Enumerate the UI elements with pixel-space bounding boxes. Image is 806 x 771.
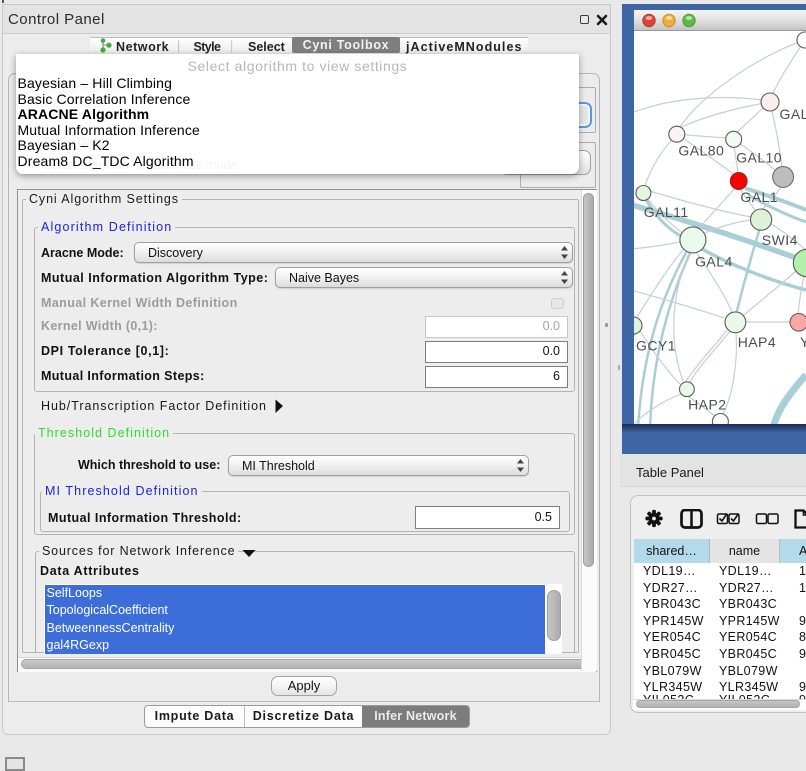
svg-text:GCY1: GCY1 (636, 337, 676, 353)
svg-text:YG: YG (800, 334, 806, 350)
svg-text:GAL1: GAL1 (740, 189, 778, 205)
svg-text:GAL7: GAL7 (780, 106, 806, 122)
svg-text:HAP2: HAP2 (688, 397, 726, 413)
svg-text:GAL10: GAL10 (736, 150, 782, 166)
svg-text:GAL11: GAL11 (644, 204, 689, 220)
svg-text:HAP4: HAP4 (738, 334, 776, 350)
svg-text:GAL80: GAL80 (678, 143, 724, 159)
svg-text:SWI4: SWI4 (762, 232, 798, 248)
svg-text:GAL4: GAL4 (695, 254, 733, 270)
